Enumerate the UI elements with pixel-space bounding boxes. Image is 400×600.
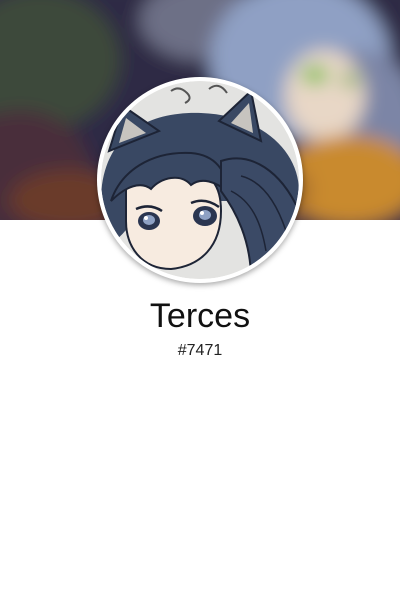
username: Terces (149, 297, 251, 335)
avatar-image (101, 81, 299, 279)
avatar[interactable] (97, 77, 303, 283)
profile-card: Terces #7471 (0, 0, 400, 600)
user-discriminator: #7471 (177, 342, 223, 359)
